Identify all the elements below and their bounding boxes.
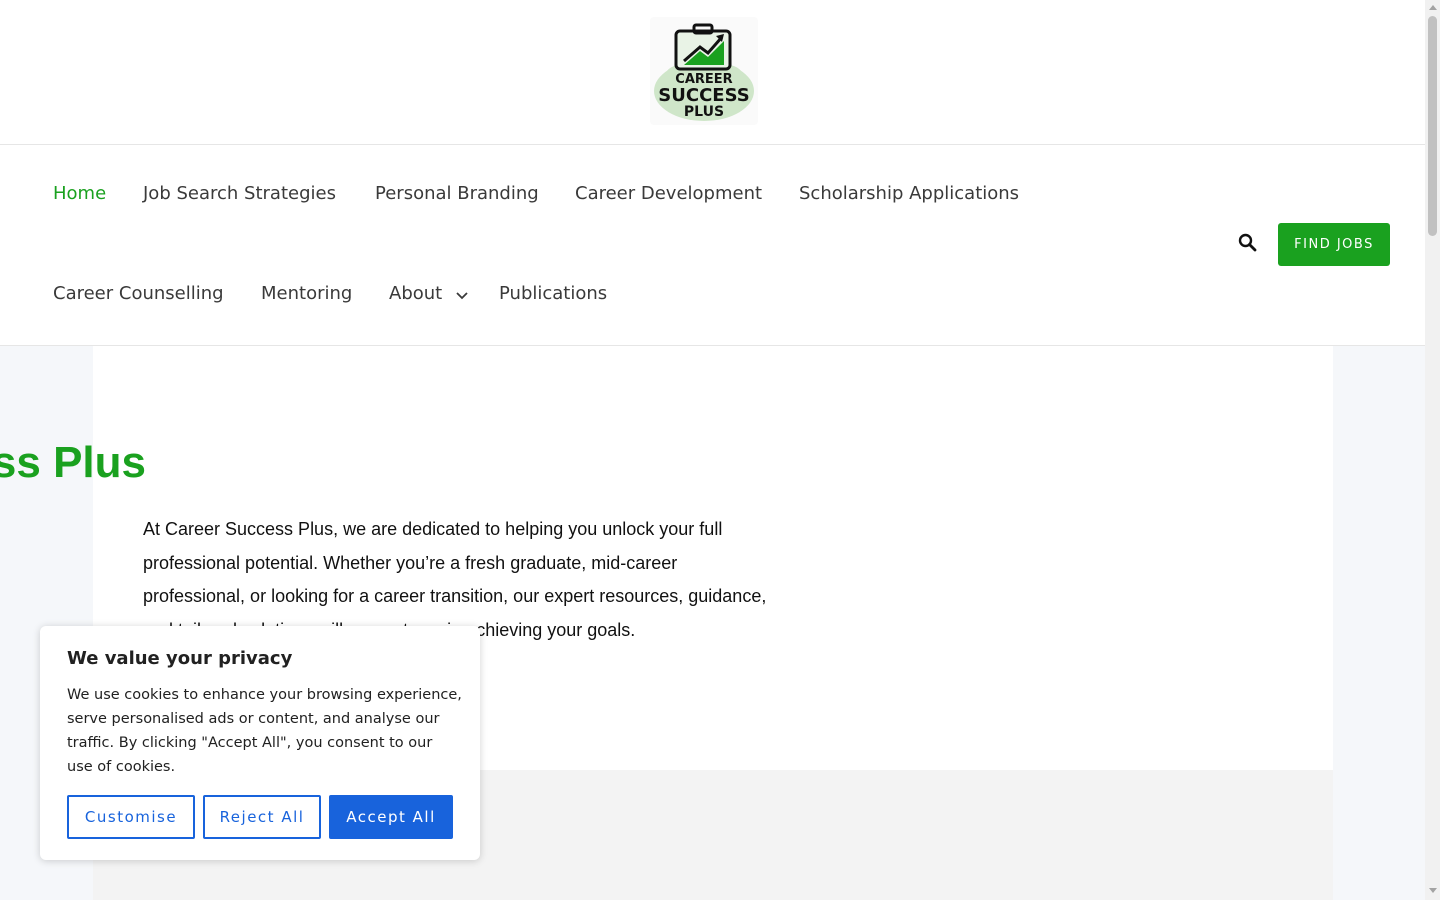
- nav-item-label: Publications: [499, 283, 608, 304]
- find-jobs-button[interactable]: FIND JOBS: [1278, 223, 1390, 266]
- hero-title: Career Success Plus: [0, 438, 146, 487]
- nav-item-label: Scholarship Applications: [799, 183, 1020, 204]
- site-logo[interactable]: CAREER SUCCESS PLUS: [650, 17, 758, 125]
- customise-button[interactable]: Customise: [67, 795, 195, 839]
- site-header: CAREER SUCCESS PLUS: [0, 0, 1425, 145]
- page-scrollbar[interactable]: [1425, 0, 1440, 900]
- cookie-title: We value your privacy: [67, 648, 293, 669]
- svg-text:SUCCESS: SUCCESS: [658, 85, 749, 106]
- chevron-down-icon: [456, 284, 468, 305]
- cookie-description: We use cookies to enhance your browsing …: [67, 687, 462, 775]
- primary-navigation: Home Job Search Strategies Personal Bran…: [0, 145, 1425, 346]
- scroll-down-icon[interactable]: [1429, 888, 1437, 893]
- nav-item-about[interactable]: About: [389, 283, 468, 305]
- nav-item-label: Mentoring: [261, 283, 353, 304]
- nav-item-label: About: [389, 283, 443, 304]
- scroll-up-icon[interactable]: [1429, 5, 1437, 10]
- nav-item-job-search-strategies[interactable]: Job Search Strategies: [143, 183, 336, 204]
- svg-text:PLUS: PLUS: [684, 104, 724, 120]
- nav-item-label: Job Search Strategies: [143, 183, 336, 204]
- nav-item-mentoring[interactable]: Mentoring: [261, 283, 352, 304]
- nav-item-publications[interactable]: Publications: [499, 283, 607, 304]
- nav-item-home[interactable]: Home: [53, 183, 106, 204]
- nav-item-career-development[interactable]: Career Development: [575, 183, 762, 204]
- nav-item-label: Personal Branding: [375, 183, 539, 204]
- scroll-thumb[interactable]: [1428, 16, 1437, 236]
- nav-item-personal-branding[interactable]: Personal Branding: [375, 183, 539, 204]
- reject-all-button[interactable]: Reject All: [203, 795, 321, 839]
- cookie-consent-banner: We value your privacy We use cookies to …: [40, 626, 480, 860]
- briefcase-chart-logo-icon: CAREER SUCCESS PLUS: [654, 23, 754, 121]
- accept-all-button[interactable]: Accept All: [329, 795, 453, 839]
- nav-item-label: Home: [53, 183, 107, 204]
- nav-item-label: Career Development: [575, 183, 763, 204]
- nav-item-career-counselling[interactable]: Career Counselling: [53, 283, 224, 304]
- nav-item-label: Career Counselling: [53, 283, 224, 304]
- search-icon[interactable]: [1238, 233, 1260, 255]
- nav-item-scholarship-applications[interactable]: Scholarship Applications: [799, 183, 1019, 204]
